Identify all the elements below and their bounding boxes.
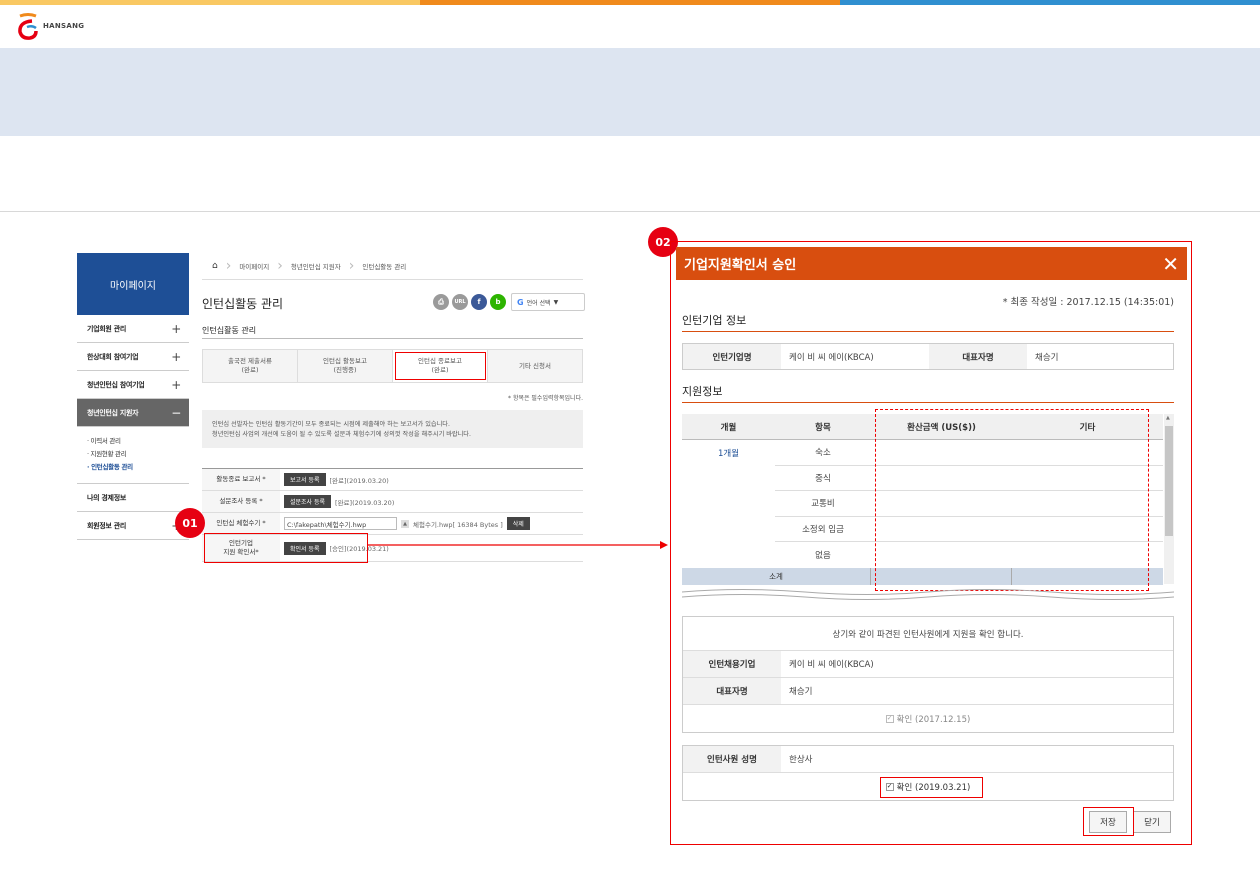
company-section-title: 인턴기업 정보 bbox=[682, 314, 747, 327]
table-row: 인턴채용기업 케이 비 씨 에이(KBCA) bbox=[683, 651, 1173, 678]
modal-header: 기업지원확인서 승인 ✕ bbox=[676, 247, 1187, 280]
employer-confirm: ✓ 확인 (2017.12.15) bbox=[885, 714, 971, 725]
approval-modal: 기업지원확인서 승인 ✕ * 최종 작성일 : 2017.12.15 (14:3… bbox=[676, 247, 1187, 839]
employer-name: 케이 비 씨 에이(KBCA) bbox=[789, 660, 874, 670]
confirmation-table: 상기와 같이 파견된 인턴사원에게 지원을 확인 합니다. 인턴채용기업 케이 … bbox=[682, 616, 1174, 733]
dashed-highlight bbox=[875, 409, 1149, 591]
representative-name: 채승기 bbox=[1035, 352, 1059, 363]
divider bbox=[682, 331, 1174, 332]
highlight-box bbox=[880, 777, 983, 798]
modal-title: 기업지원확인서 승인 bbox=[684, 258, 797, 273]
table-row: 대표자명 채승기 bbox=[683, 678, 1173, 705]
last-written-date: * 최종 작성일 : 2017.12.15 (14:35:01) bbox=[1002, 297, 1174, 308]
close-button[interactable]: 닫기 bbox=[1133, 811, 1171, 833]
confirm-note: 상기와 같이 파견된 인턴사원에게 지원을 확인 합니다. bbox=[683, 617, 1173, 651]
company-name: 케이 비 씨 에이(KBCA) bbox=[789, 352, 874, 363]
scrollbar-thumb[interactable] bbox=[1165, 426, 1173, 536]
company-info-table: 인턴기업명 케이 비 씨 에이(KBCA) 대표자명 채승기 bbox=[682, 343, 1174, 370]
checkbox-icon: ✓ bbox=[885, 714, 894, 723]
support-section-title: 지원정보 bbox=[682, 385, 723, 398]
intern-name: 한상사 bbox=[789, 755, 813, 765]
divider bbox=[682, 402, 1174, 403]
wave-break-icon bbox=[682, 589, 1174, 600]
employer-rep-name: 채승기 bbox=[789, 687, 813, 697]
table-row: 인턴사원 성명 한상사 bbox=[683, 746, 1173, 773]
highlight-box bbox=[1083, 807, 1134, 836]
close-icon[interactable]: ✕ bbox=[1162, 252, 1179, 276]
table-scrollbar[interactable]: ▲ bbox=[1164, 414, 1174, 584]
